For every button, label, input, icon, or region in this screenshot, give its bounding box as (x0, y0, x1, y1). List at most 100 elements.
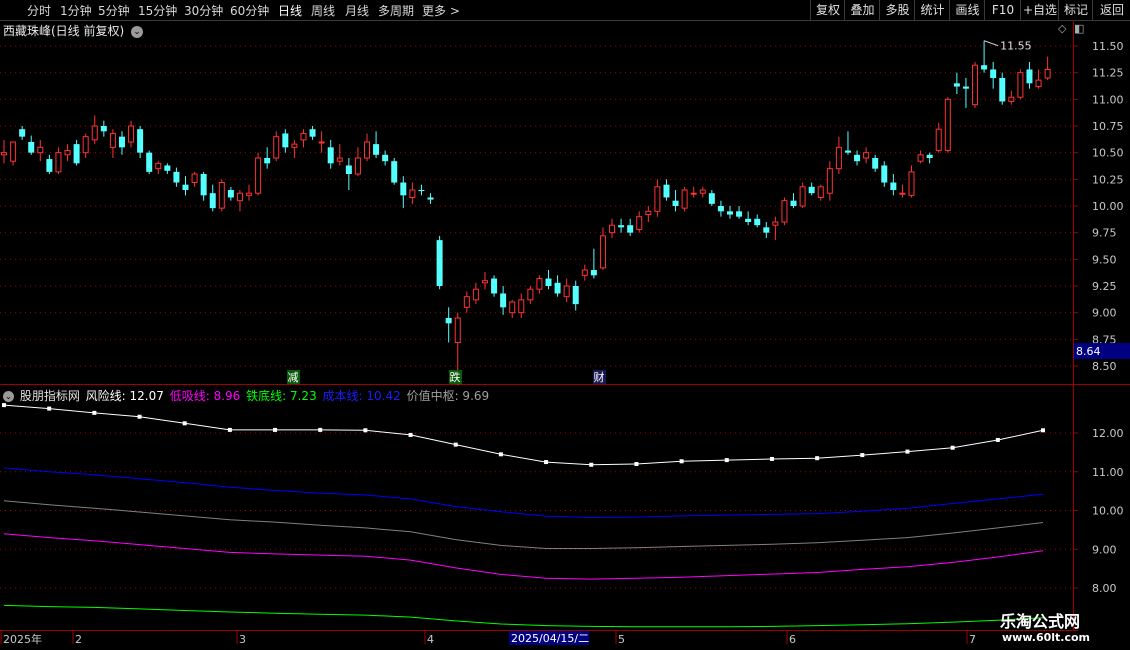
candle-body-down (953, 83, 960, 87)
candle-body-up (300, 132, 307, 141)
candle-body-up (518, 299, 525, 314)
candle-body-down (754, 218, 761, 226)
period-tab[interactable]: 周线 (311, 2, 335, 19)
candle-body-up (817, 186, 824, 198)
toolbar-button[interactable]: 画线 (949, 0, 985, 20)
candle-body-down (209, 193, 216, 209)
candle-body-up (236, 192, 243, 202)
indicator-tick-label: 10.00 (1092, 505, 1124, 518)
risk-line-dot (453, 442, 458, 447)
price-tick-label: 8.50 (1092, 360, 1117, 373)
candle-body-down (227, 190, 234, 198)
toolbar-button[interactable]: 返回 (1092, 0, 1130, 20)
candle-body-up (699, 189, 706, 194)
date-axis: 2025年 2 3 4 5 6 7 2025/04/15/二 (0, 630, 1130, 646)
date-label: 2 (75, 633, 82, 646)
candle-body-up (55, 152, 62, 173)
candle-body-down (890, 182, 897, 190)
risk-line-dot (92, 410, 97, 415)
risk-line-dot (137, 414, 142, 419)
candle-body-down (962, 86, 969, 89)
candle-body-down (200, 174, 207, 196)
period-toolbar: 分时 1分钟 5分钟 15分钟 30分钟 60分钟 日线 周线 月线 多周期 更多 > 复权 叠加 多股统… (0, 0, 1130, 21)
candle-body-up (1035, 79, 1042, 88)
candle-body-down (1026, 69, 1033, 84)
candle-body-down (282, 133, 289, 148)
period-tab[interactable]: 15分钟 (138, 2, 177, 19)
candle-body-down (999, 78, 1006, 102)
candle-body-down (118, 136, 125, 148)
toolbar-button[interactable]: 多股 (879, 0, 915, 20)
period-tab[interactable]: 日线 (278, 2, 302, 19)
candle-body-up (364, 141, 370, 159)
toolbar-button[interactable]: 标记 (1058, 0, 1093, 20)
candle-body-up (191, 173, 198, 184)
risk-line-dot (860, 453, 865, 458)
candle-body-up (527, 288, 534, 301)
date-label: 2025年 (3, 632, 42, 646)
date-label: 3 (239, 633, 246, 646)
candle-body-down (572, 286, 579, 305)
period-tab[interactable]: 1分钟 (60, 2, 92, 19)
candle-body-up (218, 182, 225, 209)
toolbar-button[interactable]: 叠加 (844, 0, 880, 20)
candle-body-up (64, 150, 71, 156)
candle-body-up (917, 154, 924, 162)
risk-line-dot (544, 460, 549, 465)
date-label: 6 (789, 633, 796, 646)
candle-body-down (736, 211, 743, 217)
period-tab[interactable]: 分时 (27, 2, 51, 19)
candle-body-up (636, 216, 643, 230)
candle-body-up (536, 278, 543, 290)
candle-body-up (1, 152, 7, 156)
high-price-label: 11.55 (1000, 40, 1032, 53)
candle-body-up (944, 98, 951, 152)
price-tick-label: 11.50 (1092, 40, 1124, 53)
candle-body-up (645, 210, 652, 216)
period-tab[interactable]: 多周期 (378, 2, 414, 19)
candle-body-down (618, 225, 625, 228)
candle-body-down (100, 126, 107, 132)
event-marker-label: 跌 (450, 370, 461, 384)
candle-body-up (972, 64, 979, 106)
date-axis-top-border (0, 630, 1130, 631)
candle-body-up (1044, 68, 1051, 79)
indicator-line (3, 604, 1044, 628)
toolbar-button[interactable]: 统计 (914, 0, 950, 20)
candle-body-down (708, 193, 715, 204)
candle-body-up (781, 200, 788, 223)
candle-body-down (382, 154, 389, 162)
candle-body-down (790, 200, 797, 206)
candle-body-up (291, 143, 298, 148)
toolbar-button[interactable]: +自选 (1020, 0, 1059, 20)
price-axis-divider (1073, 20, 1074, 385)
current-price-label: 8.64 (1076, 345, 1101, 358)
risk-line-dot (227, 427, 232, 432)
risk-line-dot (1041, 428, 1045, 433)
risk-line-dot (498, 452, 503, 457)
period-tab[interactable]: 60分钟 (230, 2, 269, 19)
candle-body-down (981, 65, 988, 70)
price-tick-label: 11.25 (1092, 67, 1124, 80)
candle-body-down (173, 171, 180, 183)
period-tab[interactable]: 更多 > (422, 2, 460, 19)
period-tab[interactable]: 5分钟 (98, 2, 130, 19)
candle-body-up (273, 136, 280, 159)
candle-body-up (255, 157, 262, 194)
candle-body-down (663, 184, 670, 198)
candle-body-down (345, 165, 352, 174)
price-chart[interactable]: 11.50 11.25 11.00 10.75 10.50 10.25 10.00 9.75 9… (0, 20, 1130, 385)
toolbar-button[interactable]: F10 (984, 0, 1021, 20)
toolbar-button[interactable]: 复权 (810, 0, 845, 20)
period-tab[interactable]: 30分钟 (184, 2, 223, 19)
watermark-title: 乐淘公式网 (1000, 612, 1081, 631)
indicator-tick-label: 12.00 (1092, 427, 1124, 440)
indicator-chart[interactable]: 12.00 11.00 10.00 9.00 8.00 (0, 385, 1130, 630)
indicator-tick-label: 8.00 (1092, 582, 1117, 595)
risk-line-dot (634, 462, 639, 466)
risk-line-dot (318, 427, 323, 432)
candle-body-up (463, 296, 470, 308)
risk-line-dot (363, 428, 368, 433)
candle-body-up (91, 125, 98, 141)
period-tab[interactable]: 月线 (345, 2, 369, 19)
